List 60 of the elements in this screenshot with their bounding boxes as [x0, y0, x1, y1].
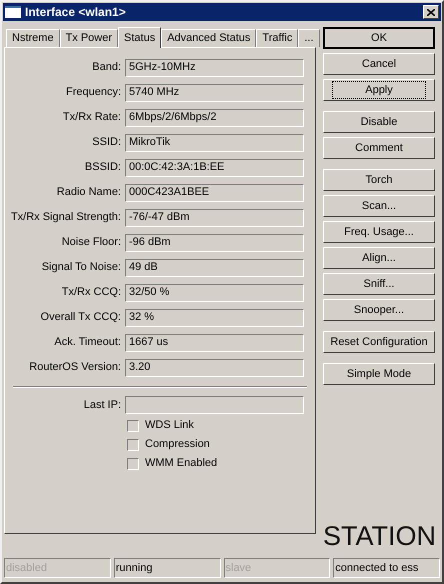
action-button[interactable]: Simple Mode	[323, 363, 435, 385]
value-field: 3.20	[125, 358, 304, 376]
window-icon	[5, 6, 21, 18]
field-label: Overall Tx CCQ:	[40, 310, 122, 326]
action-button[interactable]: Freq. Usage...	[323, 221, 435, 243]
close-button[interactable]	[423, 5, 439, 19]
checkbox-label: WMM Enabled	[145, 456, 218, 472]
checkbox-label: Compression	[145, 437, 210, 452]
value-field: 000C423A1BEE	[125, 184, 304, 202]
status-cell: connected to ess	[333, 558, 440, 578]
checkbox[interactable]	[127, 420, 139, 432]
value-field: -96 dBm	[125, 234, 304, 252]
value-field: 32/50 %	[125, 284, 304, 302]
tab[interactable]: ...	[298, 29, 320, 47]
tab[interactable]: Tx Power	[60, 29, 118, 47]
action-button[interactable]: Torch	[323, 169, 435, 191]
checkbox[interactable]	[127, 458, 139, 470]
action-button[interactable]: Scan...	[323, 195, 435, 217]
checkbox[interactable]	[127, 438, 139, 450]
field-label: Tx/Rx Signal Strength:	[10, 210, 122, 226]
input-field[interactable]	[125, 396, 304, 414]
tab[interactable]: Status	[118, 27, 162, 48]
action-button[interactable]: OK	[323, 27, 435, 49]
field-label: RouterOS Version:	[28, 360, 122, 376]
action-button[interactable]: Apply	[323, 79, 435, 101]
value-field: -76/-47 dBm	[125, 208, 304, 226]
tab[interactable]: Traffic	[256, 29, 298, 47]
action-button[interactable]: Disable	[323, 111, 435, 133]
value-field: 32 %	[125, 308, 304, 326]
window-title: Interface <wlan1>	[25, 4, 127, 21]
field-label: Noise Floor:	[60, 235, 122, 250]
value-field: 5GHz-10MHz	[125, 58, 304, 76]
field-label: SSID:	[91, 135, 122, 150]
mode-label: STATION	[323, 523, 435, 550]
tab[interactable]: Advanced Status	[161, 29, 256, 47]
field-label: Band:	[91, 60, 122, 76]
value-field: 1667 us	[125, 334, 304, 352]
field-label: Frequency:	[64, 85, 122, 100]
field-label: Last IP:	[82, 398, 122, 413]
value-field: 00:0C:42:3A:1B:EE	[125, 158, 304, 176]
close-icon	[427, 8, 435, 16]
field-label: Ack. Timeout:	[53, 335, 122, 350]
value-field: 49 dB	[125, 258, 304, 276]
checkbox-label: WDS Link	[145, 418, 194, 434]
field-label: BSSID:	[84, 160, 122, 176]
field-label: Tx/Rx Rate:	[62, 110, 122, 126]
action-button[interactable]: Comment	[323, 137, 435, 159]
field-label: Signal To Noise:	[40, 260, 122, 276]
field-label: Radio Name:	[56, 185, 122, 200]
action-button[interactable]: Sniff...	[323, 273, 435, 295]
value-field: 5740 MHz	[125, 84, 304, 102]
action-button[interactable]: Reset Configuration	[323, 331, 435, 353]
action-button[interactable]: Align...	[323, 247, 435, 269]
action-button[interactable]: Cancel	[323, 53, 435, 75]
field-label: Tx/Rx CCQ:	[60, 285, 122, 300]
tab[interactable]: Nstreme	[6, 29, 60, 47]
action-button[interactable]: Snooper...	[323, 299, 435, 321]
status-cell: running	[114, 558, 220, 578]
value-field: 6Mbps/2/6Mbps/2	[125, 108, 304, 126]
value-field: MikroTik	[125, 134, 304, 152]
